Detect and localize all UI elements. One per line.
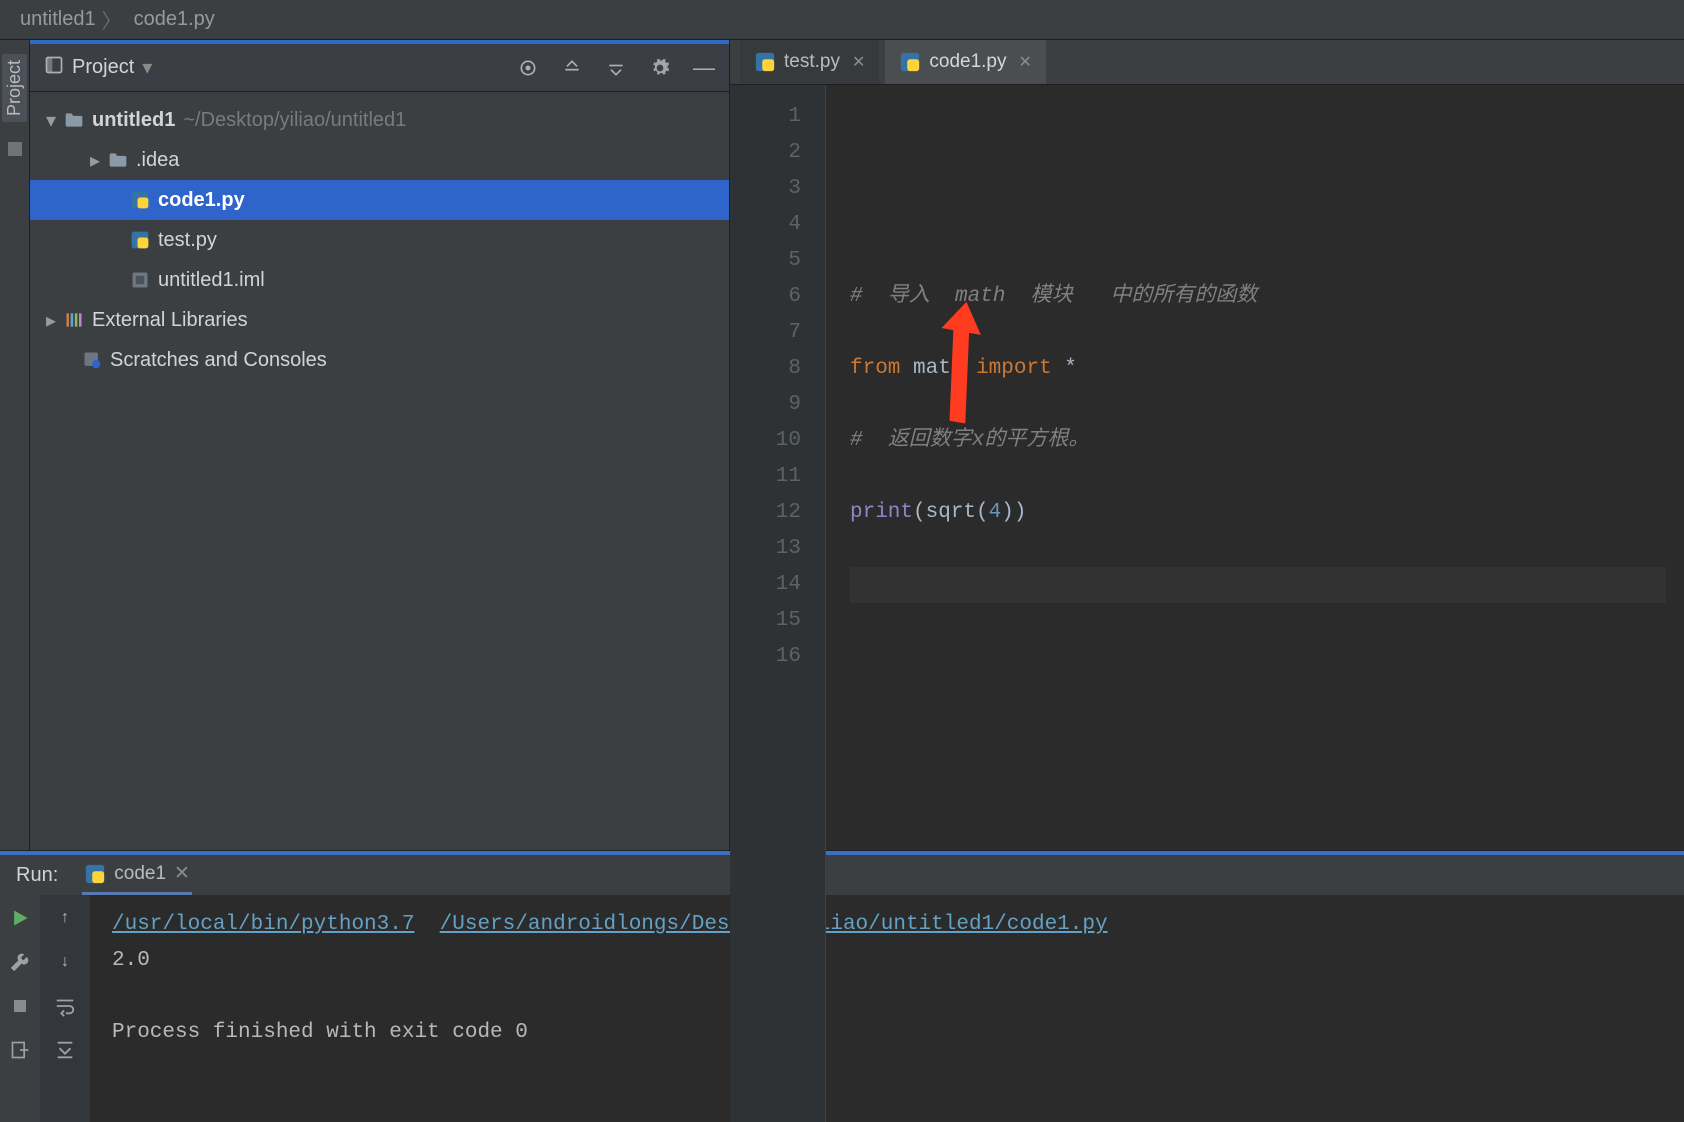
tree-row-scratches[interactable]: Scratches and Consoles [30,340,729,380]
editor-tabs: test.py ✕ code1.py ✕ [730,40,1684,85]
soft-wrap-icon[interactable] [54,995,76,1017]
breadcrumb-file[interactable]: code1.py [134,8,215,31]
run-title: Run: [16,864,58,887]
chevron-right-icon: 〉 [102,5,122,34]
tree-label-code1: code1.py [158,189,245,212]
tree-row-iml[interactable]: untitled1.iml [30,260,729,300]
code-star: * [1064,357,1077,380]
breadcrumb: untitled1 〉 code1.py [0,0,1684,40]
code-call: sqrt [926,501,976,524]
hide-icon[interactable]: — [693,57,715,79]
tree-row-idea[interactable]: ▸ .idea [30,140,729,180]
python-file-icon [130,230,150,250]
close-icon[interactable]: ✕ [852,52,865,72]
code-number: 4 [989,501,1002,524]
tab-label: code1.py [929,51,1006,73]
project-tree: ▾ untitled1 ~/Desktop/yiliao/untitled1 ▸… [30,92,729,380]
expand-all-icon[interactable] [561,57,583,79]
line-gutter: 12345678910111213141516 [730,85,826,1122]
python-file-icon [754,51,776,73]
code-comment: # 返回数字x的平方根。 [850,429,1089,452]
tab-label: test.py [784,51,840,73]
down-arrow-icon[interactable]: ↓ [54,951,76,973]
project-panel: Project ▾ — ▾ untitled1 ~/Desktop/yiliao… [30,40,730,850]
settings-wrench-icon[interactable] [9,951,31,973]
python-file-icon [899,51,921,73]
chevron-down-icon: ▾ [42,108,60,133]
project-tool-tab[interactable]: Project [2,54,27,122]
run-action-gutter-1 [0,895,40,1122]
console-interpreter-link[interactable]: /usr/local/bin/python3.7 [112,913,414,936]
scroll-to-end-icon[interactable] [54,1039,76,1061]
tree-label-test: test.py [158,229,217,252]
tree-row-code1[interactable]: code1.py [30,180,729,220]
tab-code1[interactable]: code1.py ✕ [885,40,1046,84]
collapse-all-icon[interactable] [605,57,627,79]
tree-row-external-libraries[interactable]: ▸ External Libraries [30,300,729,340]
scratches-icon [82,350,102,370]
project-view-icon [44,55,64,81]
locate-icon[interactable] [517,57,539,79]
tree-label-ext: External Libraries [92,309,248,332]
code-content[interactable]: # 导入 math 模块 中的所有的函数 from math import * … [826,85,1684,1122]
run-tab-label: code1 [114,863,166,885]
exit-icon[interactable] [9,1039,31,1061]
breadcrumb-root[interactable]: untitled1 [20,8,96,31]
tree-label-iml: untitled1.iml [158,269,265,292]
left-tool-stripe: Project [0,40,30,850]
library-icon [64,311,84,329]
gear-icon[interactable] [649,57,671,79]
python-file-icon [130,190,150,210]
close-icon[interactable]: ✕ [1019,52,1032,72]
dropdown-chevron-icon[interactable]: ▾ [142,55,152,80]
code-keyword: from [850,357,900,380]
editor-body[interactable]: 12345678910111213141516 # 导入 math 模块 中的所… [730,85,1684,1122]
folder-icon [108,151,128,169]
run-action-gutter-2: ↑ ↓ [40,895,90,1122]
stop-icon[interactable] [9,995,31,1017]
code-comment: # 导入 math 模块 中的所有的函数 [850,285,1257,308]
module-file-icon [130,270,150,290]
editor-area: test.py ✕ code1.py ✕ 1234567891011121314… [730,40,1684,850]
folder-icon [64,111,84,129]
run-play-icon[interactable] [9,907,31,929]
up-arrow-icon[interactable]: ↑ [54,907,76,929]
project-root-path: ~/Desktop/yiliao/untitled1 [183,109,406,132]
code-func: print [850,501,913,524]
python-file-icon [84,863,106,885]
run-tab-code1[interactable]: code1 ✕ [82,855,192,895]
structure-tool-icon[interactable] [8,142,22,156]
chevron-right-icon: ▸ [42,308,60,333]
tree-label-idea: .idea [136,149,179,172]
project-panel-title[interactable]: Project [72,56,134,79]
chevron-right-icon: ▸ [86,148,104,173]
annotation-arrow [936,301,996,431]
close-icon[interactable]: ✕ [174,862,190,885]
tab-test[interactable]: test.py ✕ [740,40,879,84]
project-root-name: untitled1 [92,109,175,132]
project-toolbar: Project ▾ — [30,40,729,92]
tree-label-scratches: Scratches and Consoles [110,349,327,372]
tree-row-test[interactable]: test.py [30,220,729,260]
tree-row-project-root[interactable]: ▾ untitled1 ~/Desktop/yiliao/untitled1 [30,100,729,140]
